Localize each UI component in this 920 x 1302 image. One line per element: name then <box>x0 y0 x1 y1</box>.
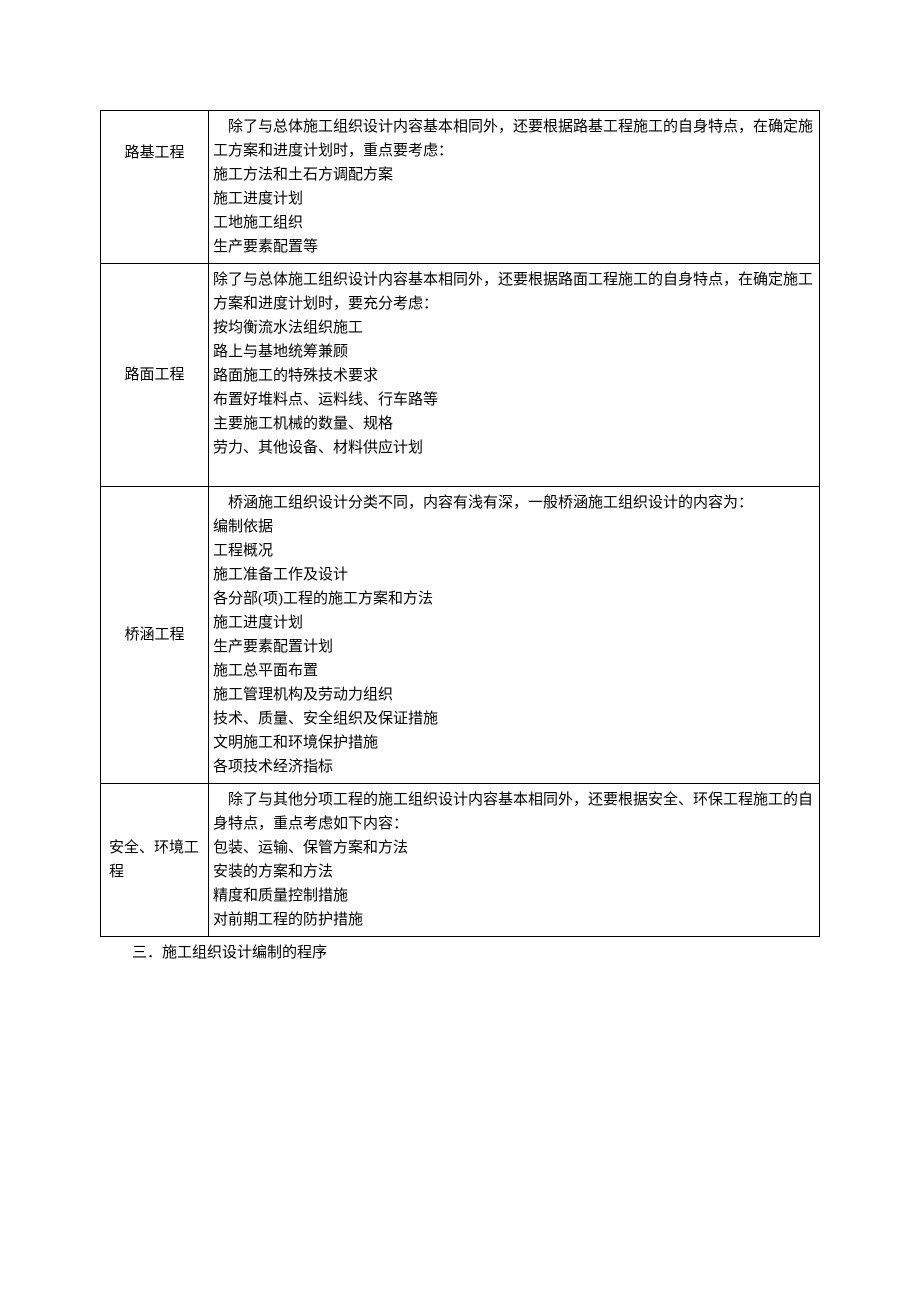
row-label-text: 路基工程 <box>124 145 184 161</box>
content-line: 施工进度计划 <box>213 187 815 211</box>
content-line: 除了与其他分项工程的施工组织设计内容基本相同外，还要根据安全、环保工程施工的自身… <box>213 788 815 836</box>
content-line: 工地施工组织 <box>213 211 815 235</box>
content-line: 包装、运输、保管方案和方法 <box>213 836 815 860</box>
content-line: 施工管理机构及劳动力组织 <box>213 683 815 707</box>
content-line: 施工进度计划 <box>213 611 815 635</box>
content-line: 安装的方案和方法 <box>213 860 815 884</box>
row-label: 路基工程 <box>101 111 209 264</box>
content-line: 工程概况 <box>213 539 815 563</box>
footer-text: 三．施工组织设计编制的程序 <box>100 941 820 965</box>
row-label-text: 安全、环境工程 <box>109 840 199 880</box>
row-content: 除了与其他分项工程的施工组织设计内容基本相同外，还要根据安全、环保工程施工的自身… <box>209 784 820 937</box>
content-line: 除了与总体施工组织设计内容基本相同外，还要根据路基工程施工的自身特点，在确定施工… <box>213 115 815 163</box>
content-line: 桥涵施工组织设计分类不同，内容有浅有深，一般桥涵施工组织设计的内容为： <box>213 491 815 515</box>
content-line: 主要施工机械的数量、规格 <box>213 412 815 436</box>
content-line: 施工总平面布置 <box>213 659 815 683</box>
content-line: 除了与总体施工组织设计内容基本相同外，还要根据路面工程施工的自身特点，在确定施工… <box>213 268 815 316</box>
content-line: 按均衡流水法组织施工 <box>213 316 815 340</box>
row-label-text: 桥涵工程 <box>124 627 184 643</box>
content-line: 生产要素配置计划 <box>213 635 815 659</box>
content-line: 布置好堆料点、运料线、行车路等 <box>213 388 815 412</box>
table-row: 路面工程 除了与总体施工组织设计内容基本相同外，还要根据路面工程施工的自身特点，在… <box>101 264 820 487</box>
content-line: 各项技术经济指标 <box>213 755 815 779</box>
content-line: 劳力、其他设备、材料供应计划 <box>213 436 815 460</box>
row-label-text: 路面工程 <box>124 367 184 383</box>
row-label: 桥涵工程 <box>101 487 209 784</box>
content-line: 对前期工程的防护措施 <box>213 908 815 932</box>
row-label: 路面工程 <box>101 264 209 487</box>
table-row: 桥涵工程 桥涵施工组织设计分类不同，内容有浅有深，一般桥涵施工组织设计的内容为：编… <box>101 487 820 784</box>
row-content: 除了与总体施工组织设计内容基本相同外，还要根据路面工程施工的自身特点，在确定施工… <box>209 264 820 487</box>
content-line: 施工准备工作及设计 <box>213 563 815 587</box>
content-line: 技术、质量、安全组织及保证措施 <box>213 707 815 731</box>
table-row: 路基工程 除了与总体施工组织设计内容基本相同外，还要根据路基工程施工的自身特点，在… <box>101 111 820 264</box>
content-line: 各分部(项)工程的施工方案和方法 <box>213 587 815 611</box>
table-row: 安全、环境工程除了与其他分项工程的施工组织设计内容基本相同外，还要根据安全、环保… <box>101 784 820 937</box>
content-line: 路面施工的特殊技术要求 <box>213 364 815 388</box>
content-line: 路上与基地统筹兼顾 <box>213 340 815 364</box>
row-content: 除了与总体施工组织设计内容基本相同外，还要根据路基工程施工的自身特点，在确定施工… <box>209 111 820 264</box>
row-label: 安全、环境工程 <box>101 784 209 937</box>
content-table: 路基工程 除了与总体施工组织设计内容基本相同外，还要根据路基工程施工的自身特点，在… <box>100 110 820 937</box>
content-line: 精度和质量控制措施 <box>213 884 815 908</box>
content-line: 编制依据 <box>213 515 815 539</box>
content-line: 施工方法和土石方调配方案 <box>213 163 815 187</box>
content-line <box>213 460 815 482</box>
content-line: 文明施工和环境保护措施 <box>213 731 815 755</box>
row-content: 桥涵施工组织设计分类不同，内容有浅有深，一般桥涵施工组织设计的内容为：编制依据工… <box>209 487 820 784</box>
content-line: 生产要素配置等 <box>213 235 815 259</box>
